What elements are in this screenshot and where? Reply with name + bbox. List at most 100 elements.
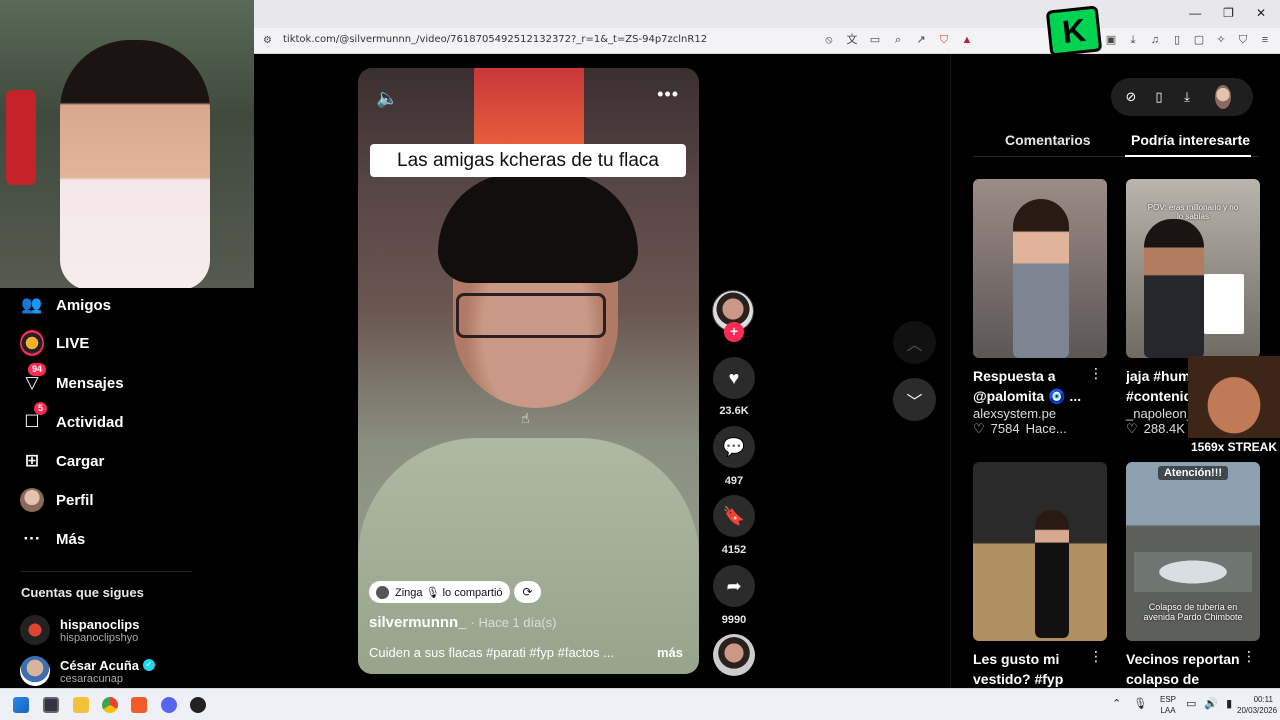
sidebar-item-label: Más [56,530,86,548]
video-author[interactable]: silvermunnn_ · Hace 1 día(s) [369,614,557,631]
comment-button[interactable]: 💬 [713,426,755,468]
screen: — ❐ ✕ ⚙ tiktok.com/@silvermunnn_/video/7… [0,0,1280,720]
tab-recommendations[interactable]: Podría interesarte [1131,132,1250,148]
sidebar-item-cargar[interactable]: ⊞ Cargar [20,449,104,473]
card-time: Hace... [1025,421,1067,436]
minimize-icon[interactable]: — [1189,6,1201,20]
avatar [20,615,50,645]
media-icon[interactable]: ♫ [1148,32,1162,48]
card-more-icon[interactable]: ⋮ [1242,648,1256,665]
following-item[interactable]: hispanoclips hispanoclipshyo [20,615,139,645]
shared-by-pill[interactable]: Zinga 🎙 lo compartió [369,581,510,603]
previous-video-button[interactable]: ︿ [893,321,936,364]
profile-avatar [20,488,44,512]
more-button[interactable]: más [657,645,683,660]
recommendation-card[interactable]: Atención!!! Colapso de tubería en avenid… [1126,462,1260,689]
sidebar-item-live[interactable]: LIVE [20,330,89,356]
brave-rewards-icon[interactable]: ▲ [960,32,974,48]
download-icon[interactable]: ⤓ [1179,89,1195,105]
card-thumbnail[interactable] [973,179,1107,358]
sidebar-item-amigos[interactable]: 👥 Amigos [20,293,111,317]
chevron-up-icon[interactable]: ⌃ [1112,697,1121,710]
windows-start-icon[interactable] [13,697,29,713]
chrome-icon[interactable] [102,697,118,713]
following-item[interactable]: César Acuña ✓ cesaracunap [20,656,155,686]
device-icon[interactable]: ▯ [1151,89,1167,105]
sidebar-item-actividad[interactable]: ☐ 5 Actividad [20,402,124,434]
avatar [376,585,389,599]
microphone-icon[interactable]: 🎙 [1133,697,1147,710]
sidebar-item-mas[interactable]: ··· Más [20,527,86,551]
share-icon[interactable]: ↗ [914,32,928,48]
vpn-icon[interactable]: ⛉ [1236,32,1250,48]
video-player[interactable]: 🔈 ••• Las amigas kcheras de tu flaca ☝ Z… [358,68,699,674]
recommendation-card[interactable]: Les gusto mi vestido? #fyp ⋮ [973,462,1107,689]
close-icon[interactable]: ✕ [1256,6,1266,20]
recommendation-card[interactable]: Respuesta a @palomita 🧿 ... ⋮ alexsystem… [973,179,1107,437]
leo-icon[interactable]: ✧ [1214,32,1228,48]
shared-by-text: Zinga 🎙 lo compartió [395,586,503,599]
card-thumbnail[interactable]: POV: eras millonario y no lo sabías [1126,179,1260,358]
clock[interactable]: 00:11 20/03/2026 [1237,694,1277,716]
obs-icon[interactable] [190,697,206,713]
card-thumbnail[interactable] [973,462,1107,641]
compass-icon[interactable]: ⊘ [1123,89,1139,105]
brave-shield-icon[interactable]: ⛉ [937,32,951,48]
activity-icon: ☐ 5 [20,402,48,434]
next-video-button[interactable]: ﹀ [893,378,936,421]
translate-icon[interactable]: 文 [845,32,859,48]
toolbar-icons: ▣ ⤓ ♫ ▯ ▢ ✧ ⛉ ≡ [1104,32,1272,48]
following-name: hispanoclips [60,616,140,632]
battery-icon[interactable]: ▮ [1226,697,1232,710]
card-thumbnail[interactable]: Atención!!! Colapso de tubería en avenid… [1126,462,1260,641]
card-title: Respuesta a @palomita 🧿 ... [973,368,1082,404]
microphone-icon [6,90,36,185]
sidebar-icon[interactable]: ▯ [1170,32,1184,48]
sidebar-item-label: Amigos [56,296,112,314]
window-controls: — ❐ ✕ [1189,6,1266,20]
sidebar-item-label: Actividad [56,413,124,431]
cast-icon[interactable]: ▭ [868,32,882,48]
download-icon[interactable]: ⤓ [1126,32,1140,48]
avatar[interactable] [1215,85,1231,109]
zoom-icon[interactable]: ⌕ [891,32,905,48]
music-disc-icon[interactable] [713,634,755,676]
card-more-icon[interactable]: ⋮ [1089,648,1103,665]
tab-comments[interactable]: Comentarios [1005,132,1091,148]
more-icon: ··· [23,529,41,548]
card-author: alexsystem.pe [973,406,1057,421]
follow-plus-icon[interactable]: + [724,322,744,342]
sidebar-item-perfil[interactable]: Perfil [20,488,94,512]
repost-icon[interactable]: ⟳ [514,581,541,603]
more-options-icon[interactable]: ••• [657,84,679,105]
following-name: César Acuña ✓ [60,658,155,673]
language-indicator[interactable]: ESP LAA [1160,694,1176,716]
sidebar-item-mensajes[interactable]: ▽ 94 Mensajes [20,363,124,395]
restore-icon[interactable]: ❐ [1223,6,1234,20]
system-tray: ⌃ 🎙 [1112,697,1147,710]
comment-count: 497 [724,475,744,487]
card-more-icon[interactable]: ⋮ [1089,365,1103,382]
volume-icon[interactable]: 🔈 [376,88,398,109]
share-button[interactable]: ➦ [713,565,755,607]
brave-icon[interactable] [131,697,147,713]
url-text[interactable]: tiktok.com/@silvermunnn_/video/761870549… [283,34,707,45]
speaker-icon[interactable]: 🔊 [1204,697,1218,710]
lang-line: ESP [1160,695,1177,704]
discord-icon[interactable] [161,697,177,713]
address-bar[interactable]: ⚙ tiktok.com/@silvermunnn_/video/7618705… [254,28,1280,54]
like-button[interactable]: ♥ [713,357,755,399]
tracking-icon[interactable]: ⦸ [822,32,836,48]
network-icon[interactable]: ▭ [1186,697,1196,710]
upload-icon: ⊞ [24,451,40,470]
tab-icon[interactable]: ▣ [1104,32,1118,48]
file-explorer-icon[interactable] [73,697,89,713]
save-button[interactable]: 🔖 [713,495,755,537]
menu-icon[interactable]: ≡ [1258,32,1272,48]
task-view-icon[interactable] [43,697,59,713]
chevron-up-icon: ︿ [906,336,923,354]
messages-badge: 94 [28,363,47,376]
avatar [20,656,50,686]
wallet-icon[interactable]: ▢ [1192,32,1206,48]
site-settings-icon[interactable]: ⚙ [263,35,275,47]
